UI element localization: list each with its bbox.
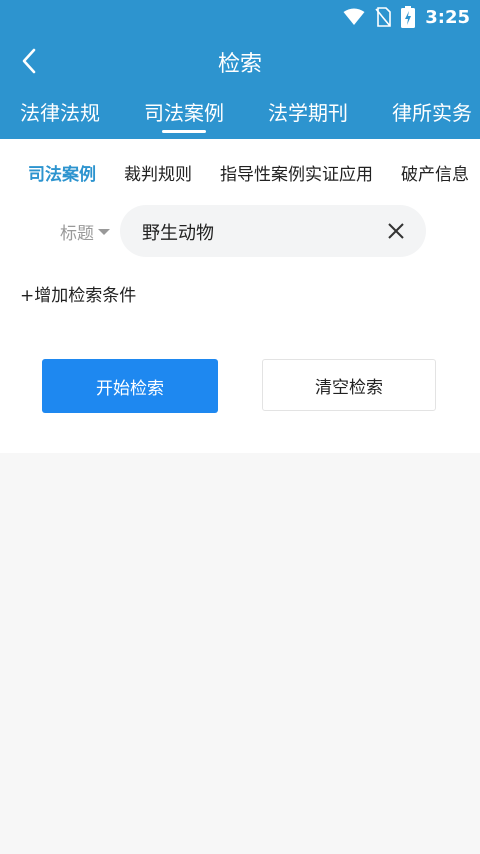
search-box: [120, 205, 426, 259]
close-icon[interactable]: [386, 221, 406, 241]
field-type-label: 标题: [60, 224, 94, 244]
search-panel: 司法案例 裁判规则 指导性案例实证应用 破产信息 标题 +增加检索条件 开始检索…: [0, 139, 480, 453]
app-header: 3:25 检索 法律法规 司法案例 法学期刊 律所实务: [0, 0, 480, 139]
tab-laws[interactable]: 法律法规: [20, 97, 100, 139]
search-input[interactable]: [140, 205, 384, 259]
no-sim-icon: [375, 7, 392, 27]
subtab-judgment-rules[interactable]: 裁判规则: [124, 160, 192, 185]
wifi-icon: [343, 8, 365, 25]
status-bar: 3:25: [0, 0, 480, 34]
status-time: 3:25: [425, 6, 470, 28]
clear-search-button[interactable]: 清空检索: [262, 359, 436, 411]
battery-charging-icon: [401, 6, 416, 28]
add-condition-button[interactable]: +增加检索条件: [20, 281, 136, 306]
caret-down-icon: [98, 228, 110, 235]
nav-bar: 检索: [0, 38, 480, 84]
subtab-guiding-cases[interactable]: 指导性案例实证应用: [220, 160, 373, 185]
subtab-judicial-cases[interactable]: 司法案例: [28, 160, 96, 185]
start-search-button[interactable]: 开始检索: [42, 359, 218, 413]
main-tabs: 法律法规 司法案例 法学期刊 律所实务: [0, 97, 480, 139]
tab-judicial-cases[interactable]: 司法案例: [144, 97, 224, 139]
sub-tabs: 司法案例 裁判规则 指导性案例实证应用 破产信息: [0, 159, 480, 185]
page-title: 检索: [217, 52, 262, 77]
status-icons: 3:25: [343, 6, 470, 28]
tab-law-firm-practice[interactable]: 律所实务: [392, 97, 472, 139]
tab-journals[interactable]: 法学期刊: [268, 97, 348, 139]
field-type-select[interactable]: 标题: [60, 219, 110, 244]
search-field-row: 标题: [0, 205, 480, 259]
subtab-bankruptcy-info[interactable]: 破产信息: [401, 160, 469, 185]
